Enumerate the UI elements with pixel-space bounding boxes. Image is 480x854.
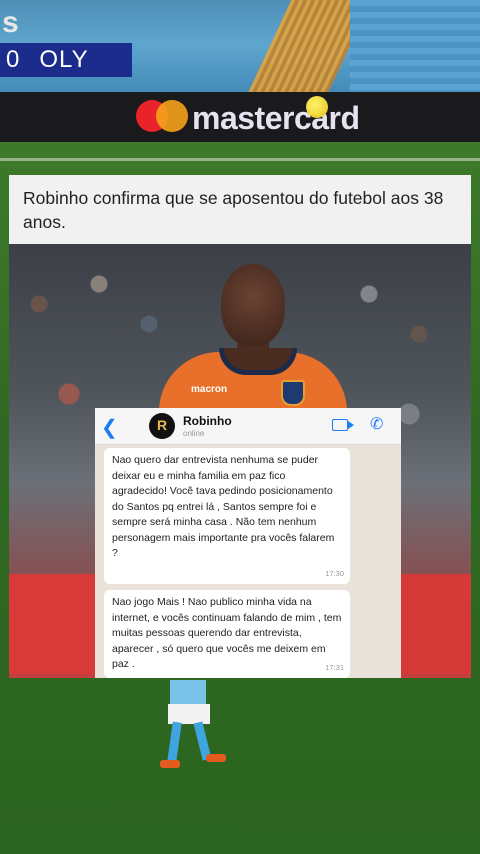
pitch-player-boot <box>160 760 180 768</box>
post-headline: Robinho confirma que se aposentou do fut… <box>9 175 471 244</box>
adboard-brand-text: mastercard <box>192 100 360 136</box>
contact-status: online <box>183 429 205 438</box>
message-time: 17:31 <box>325 662 344 672</box>
score-bug: 0 OLY <box>0 43 132 77</box>
pitch-line <box>0 158 480 161</box>
message-text: Nao jogo Mais ! Nao publico minha vida n… <box>112 596 342 670</box>
contact-name[interactable]: Robinho <box>183 414 232 428</box>
chevron-left-icon[interactable]: ❮ <box>101 415 118 440</box>
message-bubble: Nao quero dar entrevista nenhuma se pude… <box>104 448 350 584</box>
stadium-seats <box>350 0 480 100</box>
message-text: Nao quero dar entrevista nenhuma se pude… <box>112 454 335 559</box>
message-bubble: Nao jogo Mais ! Nao publico minha vida n… <box>104 590 350 678</box>
red-adboard-right <box>401 574 471 674</box>
phone-icon[interactable]: ✆ <box>370 414 383 434</box>
message-time: 17:30 <box>325 568 344 578</box>
chat-header: ❮ R Robinho online ✆ <box>95 408 401 445</box>
adboard-left-fragment: s <box>2 6 19 39</box>
video-call-icon[interactable] <box>332 419 354 431</box>
pitch-player-boot <box>206 754 226 762</box>
red-adboard-left <box>9 574 99 674</box>
contact-avatar[interactable]: R <box>149 413 175 439</box>
mastercard-logo-icon <box>136 100 188 132</box>
chat-screenshot: ❮ R Robinho online ✆ Nao quero dar entre… <box>95 408 401 678</box>
football <box>306 96 328 118</box>
player-head <box>221 264 285 346</box>
team-abbreviation: OLY <box>39 46 89 73</box>
jersey-sponsor-text: macron <box>191 384 228 395</box>
club-crest-icon <box>281 380 305 406</box>
score-value: 0 <box>6 46 20 73</box>
